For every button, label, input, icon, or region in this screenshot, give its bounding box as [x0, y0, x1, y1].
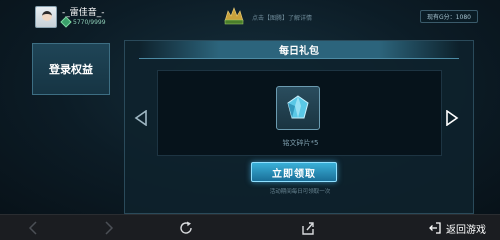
reward-item[interactable]	[276, 86, 320, 130]
reward-label: 铭文碎片*5	[282, 139, 319, 147]
totem-tip[interactable]: 点击【图腾】了解详情	[252, 13, 312, 22]
refresh-icon[interactable]	[178, 220, 194, 236]
tab-login-rights[interactable]: 登录权益	[32, 43, 110, 95]
crystal-icon	[287, 95, 309, 119]
share-icon[interactable]	[300, 220, 316, 236]
claim-button[interactable]: 立即领取	[251, 162, 337, 182]
player-name: -_雷佳音_-	[62, 8, 105, 18]
right-arrow-icon[interactable]	[445, 110, 459, 126]
exp-row: 5770/9999	[60, 16, 106, 28]
left-arrow-icon[interactable]	[134, 110, 148, 126]
return-icon	[429, 222, 441, 234]
return-to-game-button[interactable]: 返回游戏	[428, 219, 486, 237]
page-stage: -_雷佳音_- 5770/9999 点击【图腾】了解详情 现有G分：1080 登…	[0, 0, 500, 214]
panel-title: 每日礼包	[139, 41, 459, 59]
daily-gift-panel: 每日礼包 铭文碎片*5 立即领取 活动期间每日可领取一次	[124, 40, 474, 214]
avatar-face	[42, 11, 52, 21]
back-icon[interactable]	[26, 220, 42, 236]
avatar[interactable]	[35, 6, 57, 28]
reward-box: 铭文碎片*5	[157, 70, 442, 156]
g-score-badge: 现有G分：1080	[420, 10, 478, 23]
top-bar: -_雷佳音_- 5770/9999 点击【图腾】了解详情 现有G分：1080	[0, 0, 500, 34]
level-icon	[60, 16, 72, 28]
bottom-nav: 返回游戏	[0, 214, 500, 240]
return-label: 返回游戏	[446, 224, 486, 236]
game-logo-icon[interactable]	[222, 6, 246, 26]
exp-text: 5770/9999	[73, 18, 106, 26]
claim-note: 活动期间每日可领取一次	[269, 189, 331, 195]
forward-icon[interactable]	[100, 220, 116, 236]
